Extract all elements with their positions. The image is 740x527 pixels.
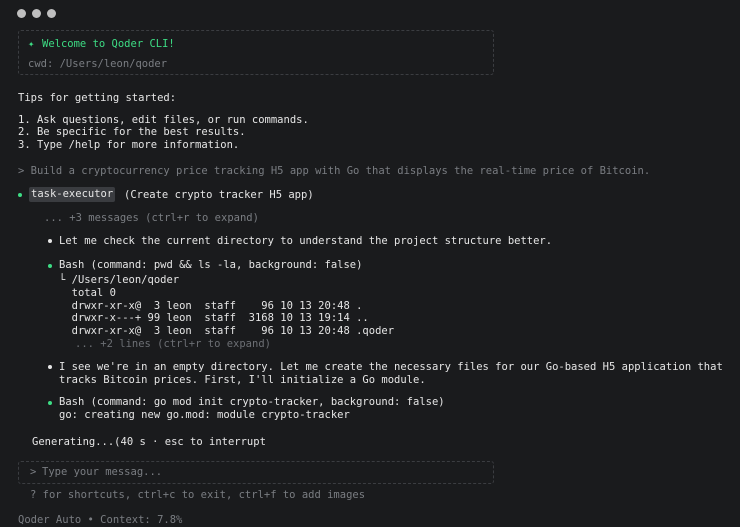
- user-prompt: > Build a cryptocurrency price tracking …: [18, 165, 651, 177]
- bash-status-dot: [48, 264, 52, 268]
- tip-item: 3. Type /help for more information.: [18, 139, 240, 151]
- message-bullet: [48, 365, 52, 369]
- welcome-title: Welcome to Qoder CLI!: [42, 38, 175, 50]
- tip-item: 1. Ask questions, edit files, or run com…: [18, 114, 309, 126]
- bash-command: Bash (command: pwd && ls -la, background…: [59, 259, 363, 271]
- cwd-label: cwd: /Users/leon/qoder: [28, 58, 168, 70]
- bash-output-line: └ /Users/leon/qoder: [59, 274, 180, 286]
- shortcut-hint: ? for shortcuts, ctrl+c to exit, ctrl+f …: [30, 489, 366, 501]
- tip-item: 2. Be specific for the best results.: [18, 126, 246, 138]
- window-maximize-dot[interactable]: [47, 9, 56, 18]
- task-status-dot: [18, 193, 22, 197]
- input-placeholder[interactable]: Type your messag...: [42, 466, 162, 478]
- agent-message-line: tracks Bitcoin prices. First, I'll initi…: [59, 374, 426, 386]
- sparkle-icon: ✦: [28, 38, 35, 50]
- bash-output-line: go: creating new go.mod: module crypto-t…: [59, 409, 350, 421]
- bash-command: Bash (command: go mod init crypto-tracke…: [59, 396, 445, 408]
- input-prompt-icon: >: [30, 466, 37, 478]
- bash-output-line: drwxr-x---+ 99 leon staff 3168 10 13 19:…: [59, 312, 369, 324]
- agent-message-line: I see we're in an empty directory. Let m…: [59, 361, 723, 373]
- window-minimize-dot[interactable]: [32, 9, 41, 18]
- collapsed-messages[interactable]: ... +3 messages (ctrl+r to expand): [44, 212, 259, 224]
- bash-output-line: drwxr-xr-x@ 3 leon staff 96 10 13 20:48 …: [59, 300, 363, 312]
- bash-output-line: drwxr-xr-x@ 3 leon staff 96 10 13 20:48 …: [59, 325, 395, 337]
- task-description: (Create crypto tracker H5 app): [124, 189, 314, 201]
- task-executor-badge: task-executor: [29, 187, 116, 202]
- footer-status: Qoder Auto • Context: 7.8%: [18, 514, 183, 526]
- agent-message: Let me check the current directory to un…: [59, 235, 553, 247]
- generating-status: Generating...(40 s · esc to interrupt: [32, 436, 266, 448]
- collapsed-lines[interactable]: ... +2 lines (ctrl+r to expand): [75, 338, 271, 350]
- message-bullet: [48, 239, 52, 243]
- bash-output-line: total 0: [59, 287, 116, 299]
- window-close-dot[interactable]: [17, 9, 26, 18]
- bash-status-dot: [48, 401, 52, 405]
- tips-heading: Tips for getting started:: [18, 92, 177, 104]
